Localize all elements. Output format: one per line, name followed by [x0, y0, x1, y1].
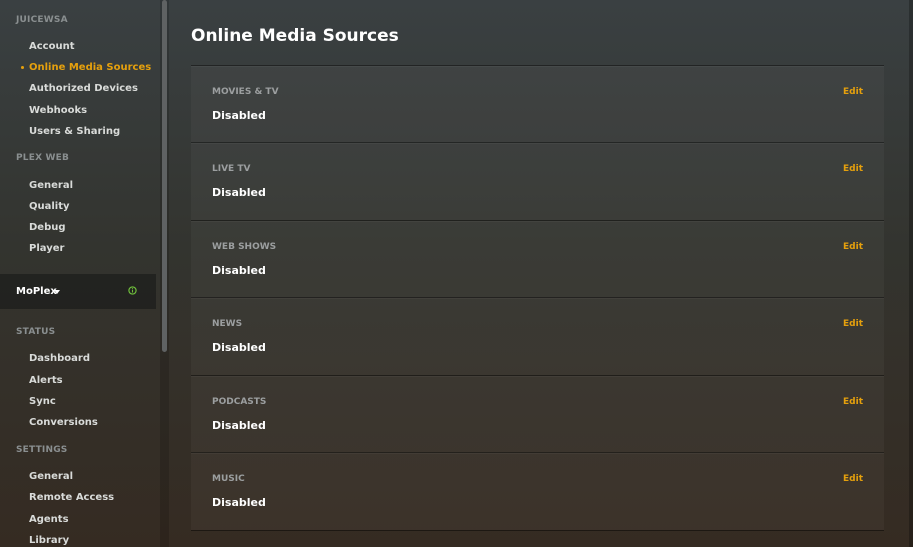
- sidebar-item-library[interactable]: Library: [29, 535, 69, 546]
- source-label: MUSIC: [212, 474, 245, 484]
- sidebar-item-settings-general[interactable]: General: [29, 471, 73, 482]
- source-row-podcasts: PODCASTS Disabled Edit: [191, 375, 884, 453]
- sidebar-scrollbar[interactable]: [160, 0, 169, 547]
- divider: [191, 530, 884, 531]
- sidebar-item-debug[interactable]: Debug: [29, 222, 66, 233]
- edit-podcasts-link[interactable]: Edit: [843, 397, 863, 407]
- server-selector[interactable]: MoPlex: [0, 274, 156, 309]
- sidebar-item-sync[interactable]: Sync: [29, 396, 56, 407]
- page-title: Online Media Sources: [191, 26, 399, 46]
- source-status: Disabled: [212, 419, 266, 432]
- sidebar-item-player[interactable]: Player: [29, 243, 64, 254]
- sidebar-item-alerts[interactable]: Alerts: [29, 375, 63, 386]
- active-indicator-dot: [21, 66, 24, 69]
- sidebar-item-quality[interactable]: Quality: [29, 201, 70, 212]
- source-row-movies-tv: MOVIES & TV Disabled Edit: [191, 65, 884, 143]
- sidebar: JUICEWSA Account Online Media Sources Au…: [0, 0, 156, 547]
- source-status: Disabled: [212, 496, 266, 509]
- source-status: Disabled: [212, 186, 266, 199]
- sidebar-item-online-media-sources[interactable]: Online Media Sources: [29, 62, 151, 73]
- main-scrollbar[interactable]: [909, 0, 913, 547]
- sidebar-item-dashboard[interactable]: Dashboard: [29, 353, 90, 364]
- info-circle-icon[interactable]: [128, 286, 137, 295]
- source-row-live-tv: LIVE TV Disabled Edit: [191, 142, 884, 220]
- source-row-web-shows: WEB SHOWS Disabled Edit: [191, 220, 884, 298]
- sidebar-item-remote-access[interactable]: Remote Access: [29, 492, 114, 503]
- sidebar-item-conversions[interactable]: Conversions: [29, 417, 98, 428]
- source-label: WEB SHOWS: [212, 242, 277, 252]
- sidebar-item-agents[interactable]: Agents: [29, 514, 69, 525]
- edit-live-tv-link[interactable]: Edit: [843, 164, 863, 174]
- section-heading-status: STATUS: [16, 327, 56, 337]
- source-row-news: NEWS Disabled Edit: [191, 297, 884, 375]
- section-heading-settings: SETTINGS: [16, 445, 68, 455]
- edit-movies-tv-link[interactable]: Edit: [843, 87, 863, 97]
- source-status: Disabled: [212, 341, 266, 354]
- section-heading-plex-web: PLEX WEB: [16, 153, 70, 163]
- source-row-music: MUSIC Disabled Edit: [191, 452, 884, 530]
- edit-news-link[interactable]: Edit: [843, 319, 863, 329]
- server-name: MoPlex: [16, 286, 57, 297]
- edit-music-link[interactable]: Edit: [843, 474, 863, 484]
- source-label: NEWS: [212, 319, 243, 329]
- sidebar-item-web-general[interactable]: General: [29, 180, 73, 191]
- source-label: PODCASTS: [212, 397, 267, 407]
- source-status: Disabled: [212, 264, 266, 277]
- sidebar-item-account[interactable]: Account: [29, 41, 74, 52]
- sidebar-scrollbar-thumb[interactable]: [162, 0, 167, 352]
- chevron-down-icon: [54, 290, 60, 294]
- source-label: MOVIES & TV: [212, 87, 279, 97]
- section-heading-account: JUICEWSA: [16, 15, 68, 25]
- sidebar-item-webhooks[interactable]: Webhooks: [29, 105, 87, 116]
- sidebar-item-authorized-devices[interactable]: Authorized Devices: [29, 83, 138, 94]
- source-status: Disabled: [212, 109, 266, 122]
- edit-web-shows-link[interactable]: Edit: [843, 242, 863, 252]
- source-label: LIVE TV: [212, 164, 251, 174]
- sidebar-item-users-sharing[interactable]: Users & Sharing: [29, 126, 120, 137]
